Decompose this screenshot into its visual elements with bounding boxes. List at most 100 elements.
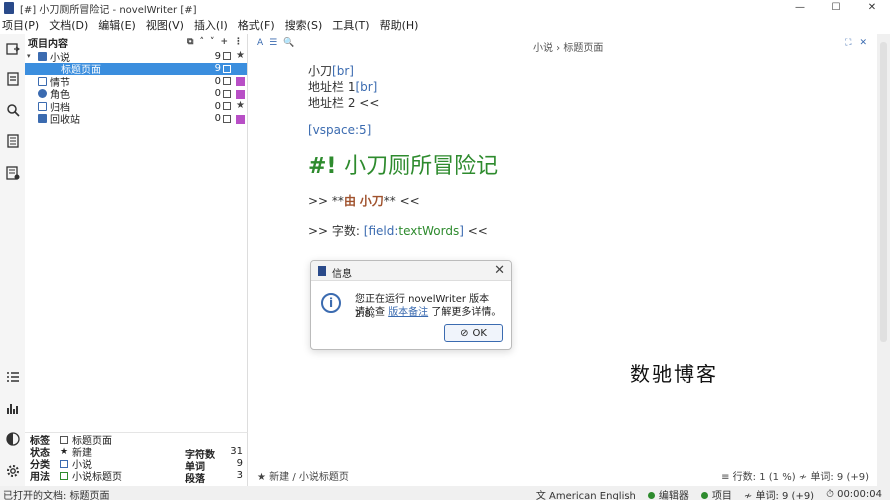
- project-tree-icon[interactable]: [4, 40, 21, 57]
- open-document-status: 已打开的文档: 标题页面: [3, 491, 110, 500]
- tree-row-count: 0: [214, 88, 221, 100]
- plot-icon: [38, 76, 47, 86]
- document-icon: [60, 471, 68, 480]
- document-icon: [49, 64, 58, 73]
- tree-row-label: 回收站: [50, 115, 80, 127]
- menu-insert[interactable]: 插入(I): [194, 17, 228, 33]
- book-icon: [60, 459, 68, 468]
- dialog-title-bar: 信息 ✕: [311, 261, 511, 281]
- language-status[interactable]: 文 American English: [536, 487, 636, 500]
- move-up-icon[interactable]: ˄: [199, 37, 204, 47]
- tree-header-title: 项目内容: [28, 38, 68, 50]
- menu-edit[interactable]: 编辑(E): [98, 17, 136, 33]
- menu-document[interactable]: 文档(D): [49, 17, 88, 33]
- text-line: 地址栏 2 <<: [308, 96, 380, 110]
- menu-view[interactable]: 视图(V): [146, 17, 184, 33]
- text-line: 小刀[br]: [308, 64, 354, 78]
- text-line: 地址栏 1[br]: [308, 80, 378, 94]
- statistics-icon[interactable]: [4, 399, 21, 416]
- star-icon: ★: [60, 446, 69, 457]
- clock-icon: ⏱: [826, 489, 838, 500]
- info-dialog: 信息 ✕ i 您正在运行 novelWriter 版本 2.8。 请检查 版本备…: [310, 260, 512, 350]
- tree-copy-icon[interactable]: ⧉: [187, 37, 193, 47]
- trash-icon: [38, 114, 47, 124]
- status-checkbox-icon[interactable]: [223, 89, 231, 98]
- menu-project[interactable]: 项目(P): [2, 17, 39, 33]
- dialog-close-icon[interactable]: ✕: [494, 263, 505, 278]
- release-notes-link[interactable]: 版本备注: [388, 307, 428, 318]
- purple-flag-icon: [236, 89, 245, 99]
- breadcrumb: 小说 › 标题页面: [533, 43, 604, 54]
- word-count-line: >> 字数: [field:textWords] <<: [308, 224, 488, 238]
- editor-scrollbar[interactable]: [877, 34, 890, 486]
- status-dot-icon: [700, 492, 708, 499]
- tree-row-novel[interactable]: ▾ 小说 9 ★: [25, 50, 247, 64]
- close-document-icon[interactable]: ✕: [859, 38, 867, 48]
- left-toolbar: [0, 34, 25, 486]
- settings-gear-icon[interactable]: [4, 462, 21, 479]
- tree-row-count: 0: [214, 75, 221, 87]
- fullscreen-icon[interactable]: ⛶: [845, 38, 851, 48]
- stat-paragraphs: 段落 3: [185, 470, 243, 485]
- status-checkbox-icon[interactable]: [223, 77, 231, 85]
- status-checkbox-icon[interactable]: [223, 114, 231, 123]
- manuscript-icon[interactable]: [4, 164, 21, 181]
- document-heading: #! 小刀厕所冒险记: [308, 154, 499, 179]
- app-icon: [4, 2, 14, 14]
- editor-footer: ★ 新建 / 小说标题页 ≡ 行数: 1 (1 %) ≁ 单词: 9 (+9): [249, 464, 877, 484]
- outline-icon[interactable]: [4, 132, 21, 149]
- word-status: ≁ 单词: 9 (+9): [743, 491, 815, 500]
- more-options-icon[interactable]: ⋮: [234, 37, 243, 47]
- search-icon[interactable]: [4, 101, 21, 118]
- status-checkbox-icon[interactable]: [223, 52, 231, 60]
- tree-row-count: 9: [214, 63, 221, 75]
- status-dot-icon: [647, 492, 655, 499]
- item-details-panel: 标签 标题页面 状态 ★ 新建 分类 小说 用法 小说标题页 字符数 31 单词…: [25, 432, 248, 486]
- project-status: 项目: [700, 487, 732, 500]
- search-icon[interactable]: 🔍: [283, 38, 294, 48]
- novel-view-icon[interactable]: [4, 70, 21, 87]
- stat-characters: 字符数 31: [185, 446, 243, 461]
- tree-row-trash[interactable]: 回收站 0: [25, 113, 247, 126]
- book-icon: [38, 51, 47, 61]
- status-checkbox-icon[interactable]: [223, 64, 231, 73]
- app-icon: [318, 266, 326, 276]
- watermark-text: 数驰博客: [630, 362, 718, 386]
- line-word-counter: ≡ 行数: 1 (1 %) ≁ 单词: 9 (+9): [721, 472, 869, 483]
- status-checkbox-icon[interactable]: [223, 102, 231, 110]
- dialog-message-2: 请检查 版本备注 了解更多详情。: [355, 307, 502, 318]
- archive-icon: [38, 101, 47, 111]
- window-title: [#] 小刀厕所冒险记 - novelWriter [#]: [20, 4, 197, 16]
- font-icon[interactable]: A: [257, 38, 263, 48]
- tree-row-count: 0: [214, 100, 221, 112]
- checkbox-icon: [60, 435, 68, 444]
- outline-list-icon[interactable]: ☰: [269, 38, 277, 48]
- theme-toggle-icon[interactable]: [4, 430, 21, 447]
- author-line: >> **由 小刀** <<: [308, 194, 420, 208]
- ok-icon: ⊘: [460, 327, 469, 339]
- words-icon: ≁: [743, 491, 756, 500]
- vspace-command: [vspace:5]: [308, 123, 372, 137]
- menu-help[interactable]: 帮助(H): [380, 17, 419, 33]
- maximize-button[interactable]: ☐: [818, 0, 854, 16]
- menu-tools[interactable]: 工具(T): [332, 17, 369, 33]
- language-icon: 文: [535, 491, 550, 500]
- star-icon: ★: [236, 50, 245, 61]
- list-icon[interactable]: [4, 368, 21, 385]
- move-down-icon[interactable]: ˅: [210, 37, 215, 47]
- tree-row-count: 9: [214, 50, 221, 62]
- add-item-icon[interactable]: +: [220, 37, 228, 47]
- stat-words: 单词 9: [185, 458, 243, 473]
- menu-search[interactable]: 搜索(S): [285, 17, 323, 33]
- info-icon: i: [321, 293, 341, 313]
- tree-row-count: 0: [214, 113, 221, 125]
- expand-arrow-icon[interactable]: ▾: [27, 52, 35, 60]
- purple-flag-icon: [236, 77, 245, 86]
- scrollbar-thumb[interactable]: [880, 42, 887, 342]
- close-button[interactable]: ✕: [854, 0, 890, 16]
- minimize-button[interactable]: —: [782, 0, 818, 16]
- dialog-title: 信息: [332, 269, 352, 280]
- purple-flag-icon: [236, 114, 245, 124]
- menu-format[interactable]: 格式(F): [238, 17, 275, 33]
- ok-button[interactable]: ⊘ OK: [444, 324, 503, 342]
